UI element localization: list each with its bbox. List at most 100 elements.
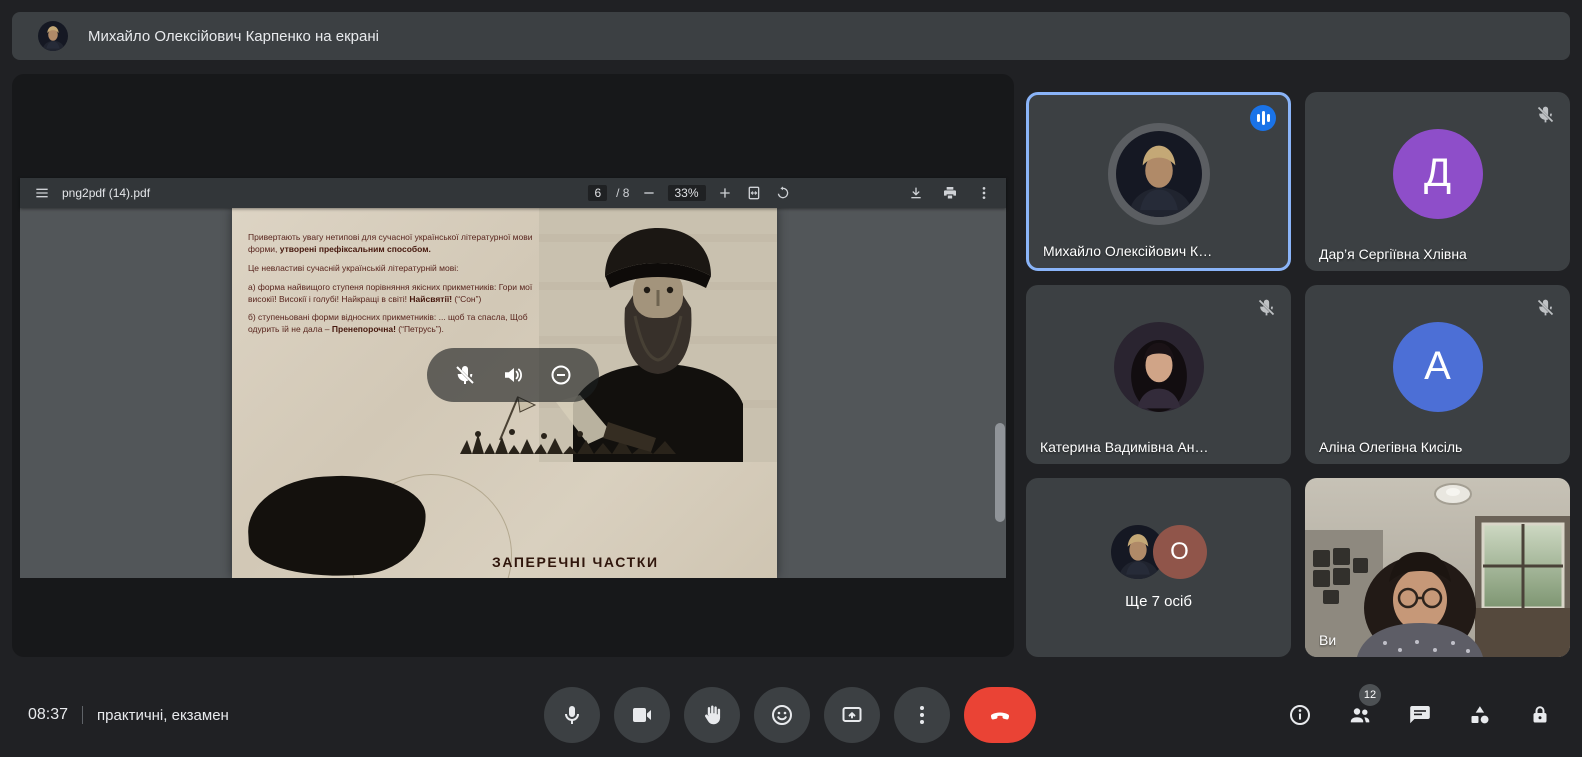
present-button[interactable] [824,687,880,743]
participant-name: Катерина Вадимівна Ан… [1040,439,1208,455]
activities-icon [1468,703,1492,727]
participant-tile-mykhailo[interactable]: Михайло Олексійович К… [1026,92,1291,271]
participant-name: Михайло Олексійович К… [1043,243,1212,259]
people-icon [1348,703,1372,727]
participant-tile-alina[interactable]: А Аліна Олегівна Кисіль [1305,285,1570,464]
participant-tile-daria[interactable]: Д Дар’я Сергіївна Хлівна [1305,92,1570,271]
pdf-toolbar-left: png2pdf (14).pdf [32,183,150,203]
slide-text-block: Привертають увагу нетипові для сучасної … [248,232,538,343]
emoji-icon [770,703,794,727]
call-controls [544,687,1036,743]
download-button[interactable] [906,183,926,203]
host-controls-button[interactable] [1528,703,1552,727]
meeting-info: 08:37 практичні, екзамен [0,706,544,724]
meeting-name: практичні, екзамен [97,707,229,724]
pdf-page-total: / 8 [616,186,629,200]
emoji-button[interactable] [754,687,810,743]
pdf-toolbar: png2pdf (14).pdf 6 / 8 33% [20,178,1006,208]
more-options-button[interactable] [894,687,950,743]
people-button[interactable]: 12 [1348,703,1372,727]
avatar-ring [1108,123,1210,225]
pdf-scrollbar-thumb[interactable] [995,423,1005,523]
self-view-tile[interactable]: Ви [1305,478,1570,657]
pdf-menu-button[interactable] [32,183,52,203]
presenter-avatar-photo [38,21,68,51]
slide-text: (“Петрусь”). [396,324,444,334]
raise-hand-icon [700,703,724,727]
divider [82,706,83,724]
avatar-letter: А [1393,322,1483,412]
call-end-icon [988,703,1012,727]
end-call-button[interactable] [964,687,1036,743]
panel-buttons: 12 [1036,703,1582,727]
screen-share-banner-text: Михайло Олексійович Карпенко на екрані [88,28,379,45]
mic-muted-icon [1535,104,1556,125]
slide-paragraph: б) ступеньовані форми відносних прикметн… [248,312,538,336]
slide-paragraph: а) форма найвищого ступеня порівняння як… [248,282,538,306]
rotate-icon [775,185,791,201]
screen-share-banner: Михайло Олексійович Карпенко на екрані [12,12,1570,60]
clock-time: 08:37 [28,706,68,724]
pdf-more-button[interactable] [974,183,994,203]
slide-text-bold: Найсвятії! [409,294,452,304]
overflow-avatars: О [1111,525,1207,579]
participant-count-badge: 12 [1359,684,1381,706]
print-button[interactable] [940,183,960,203]
chat-button[interactable] [1408,703,1432,727]
slide-text: (“Сон”) [452,294,481,304]
zoom-out-icon [640,185,656,201]
camera-icon [630,703,654,727]
info-icon [1288,703,1312,727]
slide-text-bold: утворені префіксальним способом. [280,244,431,254]
crowd-engraving-image [460,394,685,460]
camera-button[interactable] [614,687,670,743]
avatar-letter: Д [1393,129,1483,219]
pdf-zoom-level: 33% [667,185,705,201]
slide-text: а) форма найвищого ступеня порівняння як… [248,282,532,304]
zoom-in-button[interactable] [715,183,735,203]
raise-hand-button[interactable] [684,687,740,743]
shared-screen-window: png2pdf (14).pdf 6 / 8 33% [20,178,1006,578]
remove-circle-icon[interactable] [549,363,573,387]
menu-icon [34,185,50,201]
overflow-tile[interactable]: О Ще 7 осіб [1026,478,1291,657]
activities-button[interactable] [1468,703,1492,727]
avatar-photo [1116,131,1202,217]
mic-button[interactable] [544,687,600,743]
host-controls-lock-icon [1528,703,1552,727]
more-vert-icon [910,703,934,727]
volume-icon[interactable] [501,363,525,387]
mic-off-icon[interactable] [453,363,477,387]
overflow-label: Ще 7 осіб [1125,593,1192,610]
download-icon [908,185,924,201]
mic-muted-icon [1535,297,1556,318]
pdf-page-input[interactable]: 6 [588,185,607,201]
avatar-letter: О [1153,525,1207,579]
info-button[interactable] [1288,703,1312,727]
participant-tile-kateryna[interactable]: Катерина Вадимівна Ан… [1026,285,1291,464]
more-vert-icon [976,185,992,201]
pdf-filename: png2pdf (14).pdf [62,186,150,200]
present-icon [840,703,864,727]
pdf-toolbar-center: 6 / 8 33% [588,183,792,203]
slide-heading: ЗАПЕРЕЧНІ ЧАСТКИ [492,554,659,570]
presentation-stage[interactable]: png2pdf (14).pdf 6 / 8 33% [12,74,1014,657]
speaking-indicator-icon [1250,105,1276,131]
self-video-feed [1305,478,1570,657]
pdf-toolbar-right [906,183,994,203]
participant-name: Дар’я Сергіївна Хлівна [1319,246,1467,262]
presenter-avatar [38,21,68,51]
mic-muted-icon [1256,297,1277,318]
slide-paragraph: Привертають увагу нетипові для сучасної … [248,232,538,256]
rotate-button[interactable] [773,183,793,203]
zoom-out-button[interactable] [638,183,658,203]
bottom-bar: 08:37 практичні, екзамен 12 [0,673,1582,757]
overflow-content: О Ще 7 осіб [1111,525,1207,610]
pdf-content-area[interactable]: Привертають увагу нетипові для сучасної … [20,208,1006,578]
print-icon [942,185,958,201]
fit-page-button[interactable] [744,183,764,203]
self-name-label: Ви [1319,632,1336,648]
presentation-hover-controls [427,348,599,402]
zoom-in-icon [717,185,733,201]
fit-page-icon [746,185,762,201]
